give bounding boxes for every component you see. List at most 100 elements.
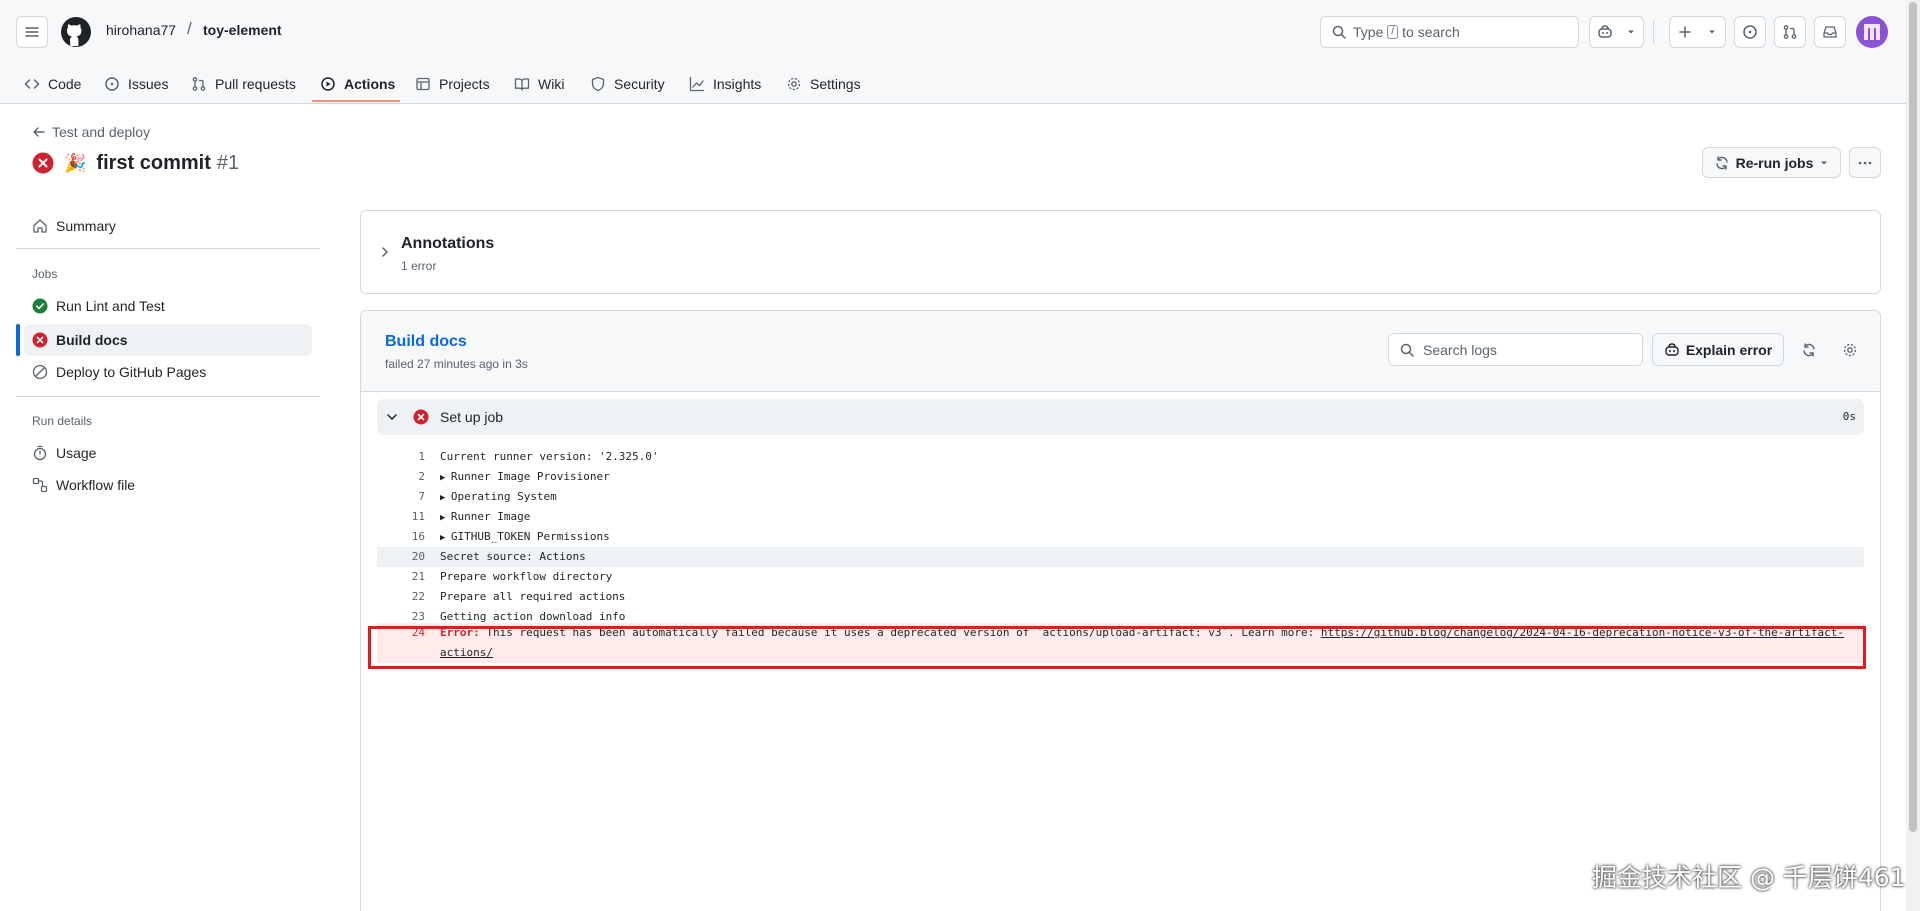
hamburger-icon (25, 27, 39, 37)
tab-insights[interactable]: Insights (689, 63, 761, 104)
issue-icon (105, 76, 119, 91)
tab-pull-requests[interactable]: Pull requests (191, 63, 296, 104)
sidebar-item-usage[interactable]: Usage (24, 437, 312, 469)
tab-label: Insights (713, 75, 762, 92)
breadcrumb-owner[interactable]: hirohana77 (106, 22, 176, 38)
page-scrollbar[interactable] (1906, 0, 1920, 911)
line-number: 20 (411, 550, 425, 563)
search-logs-placeholder: Search logs (1423, 341, 1497, 358)
tab-code[interactable]: Code (24, 63, 81, 104)
tab-label: Security (614, 75, 665, 92)
line-number: 21 (411, 570, 425, 583)
copilot-button[interactable] (1589, 16, 1644, 48)
search-logs-input[interactable]: Search logs (1388, 333, 1643, 366)
tab-label: Projects (439, 75, 490, 92)
expand-triangle-icon[interactable]: ▶ (440, 533, 451, 543)
line-text: Runner Image Provisioner (450, 470, 610, 483)
tab-label: Settings (810, 75, 861, 92)
search-shortcut-key: / (1387, 25, 1399, 39)
more-options-button[interactable] (1849, 147, 1881, 178)
chevron-down-icon (387, 414, 397, 420)
error-highlight-box (368, 626, 1866, 669)
log-line[interactable]: 1 Current runner version: '2.325.0' (377, 447, 1864, 467)
inbox-button[interactable] (1814, 16, 1846, 48)
log-line[interactable]: 22 Prepare all required actions (377, 587, 1864, 607)
x-circle-fill-icon (413, 409, 429, 425)
breadcrumb-repo[interactable]: toy-element (203, 22, 282, 38)
back-to-workflow-link[interactable]: Test and deploy (32, 124, 150, 140)
git-pull-request-icon (1783, 25, 1797, 39)
tab-wiki[interactable]: Wiki (514, 63, 564, 104)
log-line[interactable]: 20 Secret source: Actions (377, 547, 1864, 567)
home-icon (33, 219, 47, 233)
job-log-panel: Build docs failed 27 minutes ago in 3s S… (360, 310, 1881, 911)
sidebar-item-label: Usage (56, 445, 97, 461)
log-line[interactable]: 16 ▶ GITHUB_TOKEN Permissions (377, 527, 1864, 547)
sidebar-job-build-docs[interactable]: Build docs (24, 324, 312, 356)
caret-down-icon (1628, 30, 1635, 34)
sidebar-item-workflow-file[interactable]: Workflow file (24, 469, 312, 501)
line-text: Prepare all required actions (440, 590, 626, 603)
play-icon (321, 76, 335, 91)
line-number: 7 (418, 490, 425, 503)
log-line[interactable]: 11 ▶ Runner Image (377, 507, 1864, 527)
refresh-logs-button[interactable] (1793, 333, 1825, 366)
breadcrumb-separator: / (187, 19, 192, 38)
tab-security[interactable]: Security (590, 63, 665, 104)
active-tab-indicator (312, 100, 400, 102)
global-search-input[interactable]: Type / to search (1320, 16, 1579, 48)
step-set-up-job[interactable]: Set up job 0s (377, 399, 1864, 435)
run-number: #1 (216, 151, 240, 174)
active-job-indicator (16, 324, 20, 356)
log-line[interactable]: 21 Prepare workflow directory (377, 567, 1864, 587)
sidebar-divider (16, 248, 320, 249)
sidebar-job-deploy-to-github-pages[interactable]: Deploy to GitHub Pages (24, 356, 312, 388)
expand-triangle-icon[interactable]: ▶ (440, 493, 451, 503)
tab-label: Wiki (538, 75, 565, 92)
line-number: 1 (418, 450, 425, 463)
explain-error-button[interactable]: Explain error (1652, 333, 1784, 366)
run-details-heading: Run details (32, 414, 93, 428)
expand-triangle-icon[interactable]: ▶ (440, 473, 451, 483)
job-status-text: failed 27 minutes ago in 3s (385, 357, 528, 371)
log-line[interactable]: 7 ▶ Operating System (377, 487, 1864, 507)
search-prefix: Type (1353, 24, 1384, 40)
sidebar-item-summary[interactable]: Summary (24, 210, 312, 242)
rerun-label: Re-run jobs (1735, 154, 1814, 171)
run-title: first commit (96, 151, 211, 174)
shield-icon (591, 76, 605, 91)
log-line[interactable]: 2 ▶ Runner Image Provisioner (377, 467, 1864, 487)
table-icon (416, 77, 430, 90)
explain-error-label: Explain error (1685, 341, 1773, 358)
sidebar-job-run-lint-and-test[interactable]: Run Lint and Test (24, 290, 312, 322)
create-new-button[interactable] (1669, 16, 1726, 48)
issues-shortcut-button[interactable] (1734, 16, 1766, 48)
line-text: Operating System (450, 490, 557, 503)
rerun-jobs-button[interactable]: Re-run jobs (1702, 147, 1841, 178)
sidebar-item-label: Workflow file (56, 477, 136, 493)
log-settings-button[interactable] (1834, 333, 1866, 366)
sync-icon (1715, 155, 1728, 170)
tab-settings[interactable]: Settings (786, 63, 861, 104)
line-number: 22 (411, 590, 425, 603)
avatar-identicon-icon (1864, 24, 1880, 40)
book-icon (514, 77, 530, 91)
annotations-panel[interactable]: Annotations 1 error (360, 210, 1881, 294)
tab-actions[interactable]: Actions (320, 63, 395, 104)
github-logo[interactable] (60, 16, 92, 48)
expand-triangle-icon[interactable]: ▶ (440, 513, 451, 523)
job-name-link[interactable]: Build docs (385, 333, 467, 351)
hamburger-menu-button[interactable] (16, 16, 48, 48)
user-avatar[interactable] (1856, 16, 1888, 48)
tab-issues[interactable]: Issues (104, 63, 168, 104)
tab-label: Issues (128, 75, 169, 92)
tab-projects[interactable]: Projects (415, 63, 490, 104)
issue-opened-icon (1743, 25, 1757, 39)
commit-emoji: 🎉 (64, 152, 87, 173)
gear-icon (1843, 343, 1857, 356)
line-text: Runner Image (450, 510, 531, 523)
pull-requests-shortcut-button[interactable] (1774, 16, 1806, 48)
scrollbar-thumb[interactable] (1909, 2, 1917, 832)
sidebar-item-label: Summary (56, 218, 116, 234)
caret-down-icon (1709, 30, 1716, 34)
